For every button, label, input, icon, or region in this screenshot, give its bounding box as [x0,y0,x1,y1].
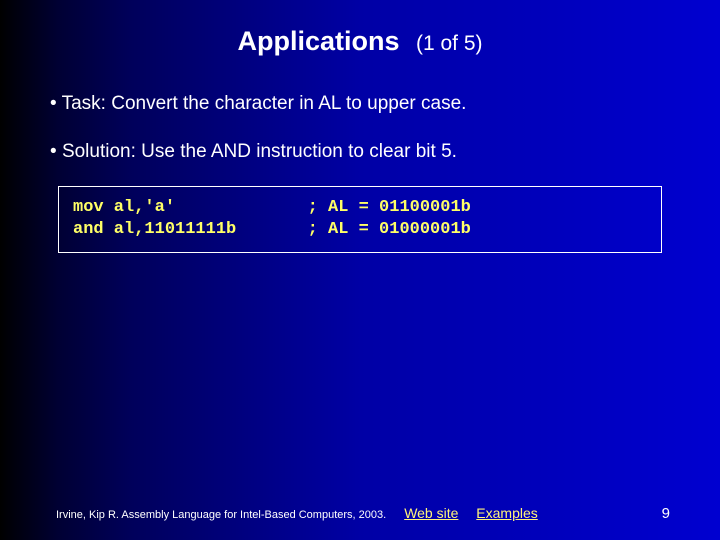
slide-subtitle: (1 of 5) [416,32,483,55]
code-box: mov al,'a' ; AL = 01100001b and al,11011… [58,186,662,253]
slide-title-area: Applications (1 of 5) [0,0,720,57]
slide-footer: Irvine, Kip R. Assembly Language for Int… [0,505,720,522]
bullet-item: • Solution: Use the AND instruction to c… [50,139,670,165]
footer-credit: Irvine, Kip R. Assembly Language for Int… [56,509,386,521]
bullet-text: Solution: Use the AND instruction to cle… [62,141,457,162]
slide-title: Applications [238,26,400,56]
page-number: 9 [662,505,670,522]
examples-link[interactable]: Examples [476,505,537,521]
web-site-link[interactable]: Web site [404,505,458,521]
code-content: mov al,'a' ; AL = 01100001b and al,11011… [73,197,647,240]
bullet-list: • Task: Convert the character in AL to u… [50,91,670,164]
footer-links: Web site Examples [404,505,552,521]
bullet-item: • Task: Convert the character in AL to u… [50,91,670,117]
bullet-text: Task: Convert the character in AL to upp… [62,93,467,114]
